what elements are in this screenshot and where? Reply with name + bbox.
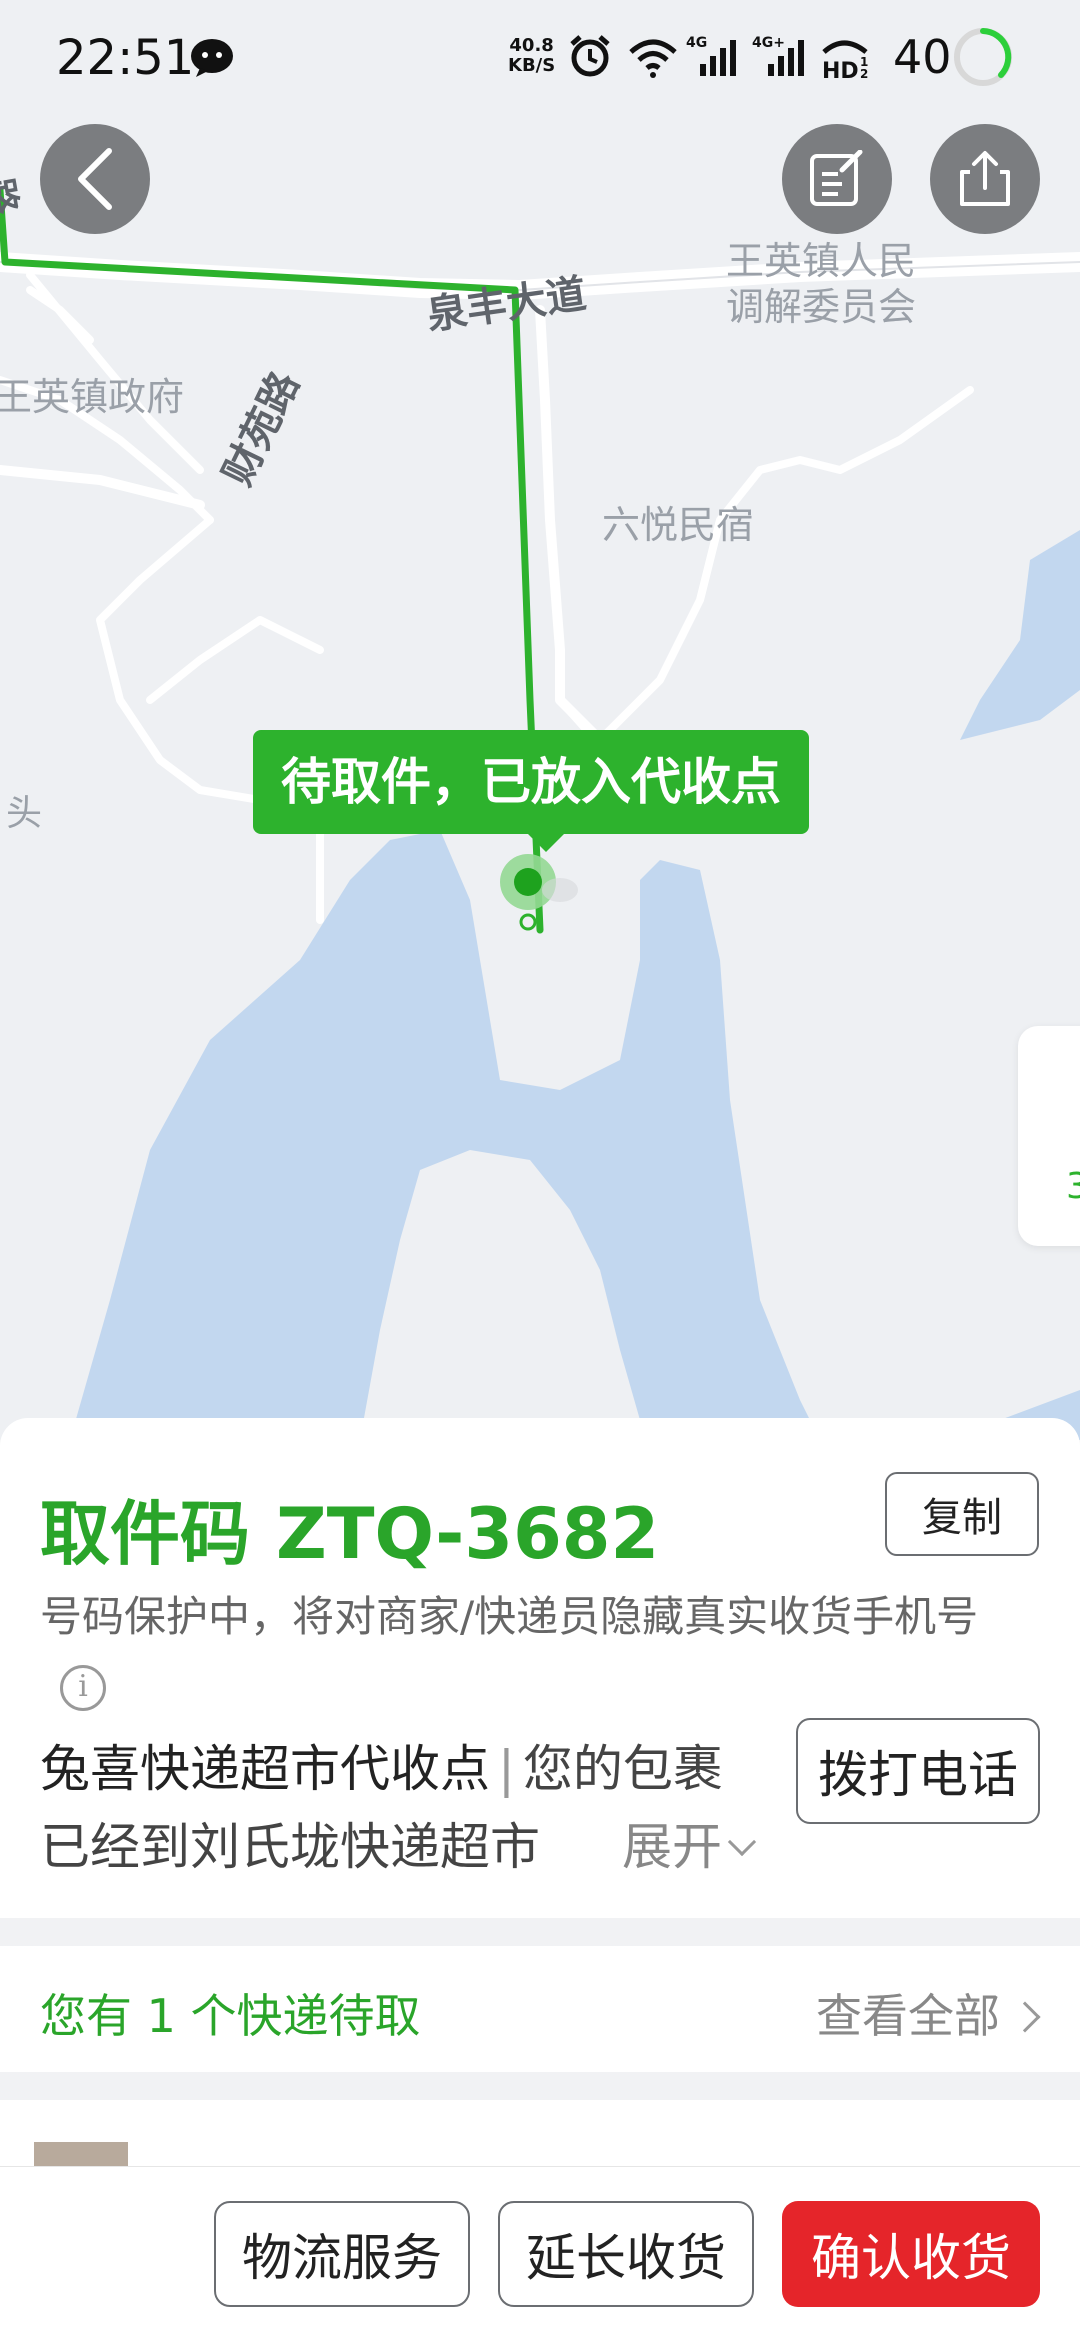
confirm-receipt-button[interactable]: 确认收货 [782, 2201, 1040, 2307]
pending-packages-text: 您有 1 个快递待取 [40, 1980, 421, 2046]
battery-level: 40 [893, 30, 952, 84]
pending-prefix: 您有 [40, 1989, 132, 2043]
chevron-right-icon [1009, 2001, 1041, 2033]
map-label-edge-tou: 头 [6, 793, 43, 834]
status-time: 22:51 [56, 30, 195, 86]
station-separator: | [498, 1740, 515, 1798]
pickup-code-value: ZTQ-3682 [276, 1493, 660, 1575]
signal-4g-plus-icon: 4G+ [752, 35, 804, 76]
pending-suffix: 个快递待取 [190, 1989, 421, 2043]
station-name: 兔喜快递超市代收点 [40, 1740, 490, 1798]
bottom-action-bar: 物流服务 延长收货 确认收货 [0, 2166, 1080, 2340]
edit-note-button[interactable] [782, 124, 892, 234]
view-all-link[interactable]: 查看全部 [816, 1980, 1041, 2046]
share-icon [960, 151, 1010, 206]
alarm-icon [570, 35, 610, 77]
svg-text:4G+: 4G+ [752, 35, 785, 51]
svg-text:2: 2 [860, 67, 868, 80]
chevron-left-icon [78, 148, 112, 210]
side-card-text: 3 [1066, 1166, 1080, 1207]
battery-ring-icon [954, 28, 1012, 86]
signal-4g-icon: 4G [686, 35, 736, 76]
svg-text:4G: 4G [686, 35, 707, 51]
logistics-service-button[interactable]: 物流服务 [214, 2201, 470, 2307]
privacy-notice: 号码保护中，将对商家/快递员隐藏真实收货手机号 i [40, 1583, 1000, 1719]
network-speed: 40.8 KB/S [508, 35, 556, 76]
parcel-status-tooltip: 待取件，已放入代收点 [253, 730, 809, 852]
status-bar: 22:51 40.8 KB/S 4G 4G+ HD 1 2 40 [0, 0, 1080, 110]
pickup-code: 取件码 ZTQ-3682 [40, 1478, 659, 1579]
edit-note-icon [810, 150, 863, 206]
svg-text:HD: HD [822, 59, 859, 80]
privacy-notice-text: 号码保护中，将对商家/快递员隐藏真实收货手机号 [40, 1592, 979, 1641]
call-button[interactable]: 拨打电话 [796, 1718, 1040, 1824]
chat-icon [191, 39, 233, 77]
wifi-icon [629, 39, 677, 78]
hd-call-icon: HD 1 2 [822, 40, 868, 80]
side-floating-card[interactable]: 3 [1018, 1026, 1080, 1246]
expand-link[interactable]: 展开 [592, 1808, 757, 1886]
map-canvas [0, 186, 1080, 1440]
extend-receipt-button[interactable]: 延长收货 [498, 2201, 754, 2307]
pending-count: 1 [146, 1989, 176, 2043]
info-icon[interactable]: i [60, 1664, 106, 1711]
share-button[interactable] [930, 124, 1040, 234]
lake-east [960, 530, 1080, 740]
pickup-info-card: 取件码 ZTQ-3682 复制 号码保护中，将对商家/快递员隐藏真实收货手机号i … [0, 1418, 1080, 1918]
map-label-mediation: 王英镇人民 调解委员会 [726, 239, 917, 329]
view-all-label: 查看全部 [816, 1989, 1000, 2043]
back-button[interactable] [40, 124, 150, 234]
pending-packages-row[interactable]: 您有 1 个快递待取 查看全部 [0, 1946, 1080, 2072]
map-view[interactable]: 王英镇人民 调解委员会 王英镇政府 六悦民宿 头 泉丰大道 财苑路 路 [0, 0, 1080, 1440]
pickup-code-label: 取件码 [40, 1493, 250, 1575]
copy-button[interactable]: 复制 [885, 1472, 1039, 1556]
chevron-down-icon [727, 1827, 757, 1857]
map-label-homestay: 六悦民宿 [602, 503, 755, 547]
map-label-town-gov: 王英镇政府 [0, 375, 185, 419]
expand-label: 展开 [622, 1818, 722, 1876]
